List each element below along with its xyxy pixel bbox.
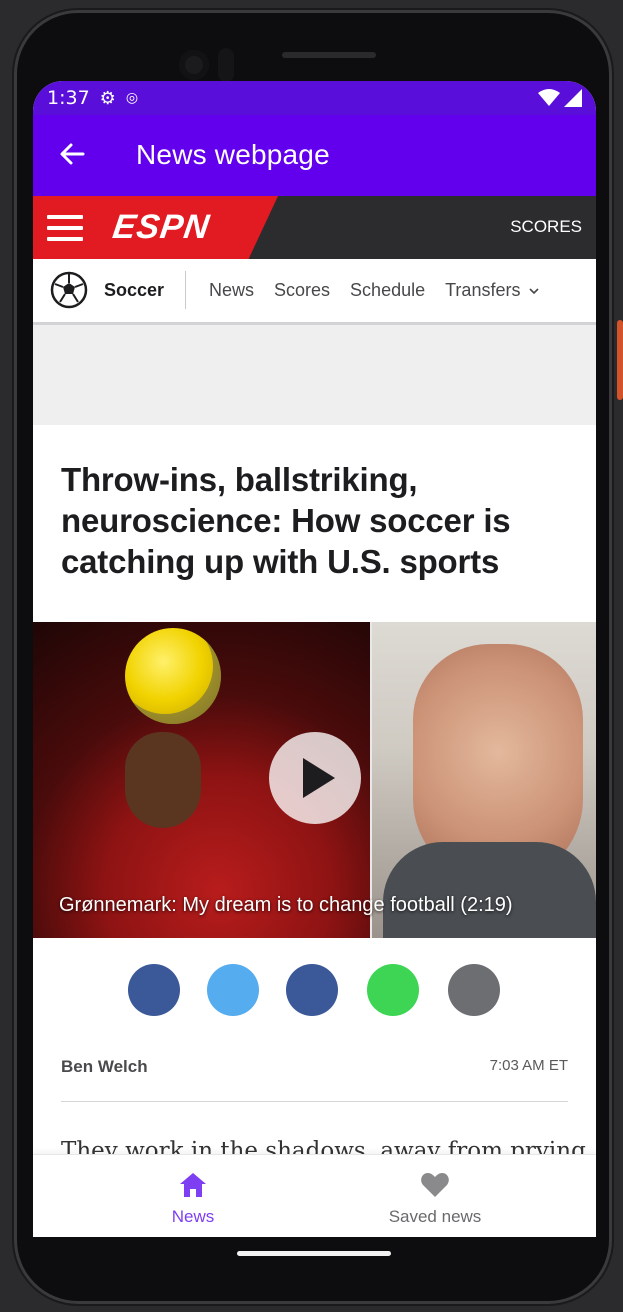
bottom-nav-saved-label: Saved news — [388, 1207, 482, 1226]
status-right-icons — [538, 89, 582, 107]
sport-title[interactable]: Soccer — [104, 280, 164, 301]
email-share-button[interactable] — [448, 964, 500, 1016]
bottom-nav-saved[interactable]: Saved news — [335, 1155, 535, 1237]
soccer-ball-icon — [50, 271, 88, 309]
facebook-share-button[interactable] — [128, 964, 180, 1016]
nav-link-schedule[interactable]: Schedule — [350, 280, 425, 301]
twitter-share-button[interactable] — [207, 964, 259, 1016]
ad-placeholder — [33, 325, 596, 425]
video-player[interactable]: Grønnemark: My dream is to change footba… — [33, 622, 596, 938]
chevron-down-icon — [529, 288, 540, 295]
bottom-nav: News Saved news — [33, 1154, 596, 1237]
sport-nav: Soccer News Scores Schedule Transfers — [33, 259, 596, 325]
nav-link-transfers-label: Transfers — [445, 280, 521, 300]
play-icon[interactable] — [269, 732, 361, 824]
espn-header: ESPN SCORES — [33, 196, 596, 259]
bottom-nav-news-label: News — [171, 1207, 215, 1226]
gesture-home-bar[interactable] — [237, 1251, 391, 1256]
article-author[interactable]: Ben Welch — [61, 1057, 148, 1077]
video-caption: Grønnemark: My dream is to change footba… — [59, 894, 513, 916]
power-button — [617, 320, 623, 400]
status-bar: 1:37 ⚙ ◎ — [33, 81, 596, 115]
thumbnail-ball — [125, 628, 221, 724]
status-time: 1:37 — [47, 87, 90, 109]
earpiece-speaker — [282, 52, 376, 58]
camera-sensor — [218, 48, 234, 82]
thumbnail-player — [125, 732, 201, 828]
front-camera — [179, 50, 209, 80]
nav-link-news[interactable]: News — [209, 280, 254, 301]
home-icon — [180, 1173, 206, 1197]
wifi-icon — [538, 89, 560, 106]
nav-divider — [185, 271, 186, 309]
thumbnail-shirt — [383, 842, 596, 938]
heart-icon — [421, 1173, 449, 1197]
nav-link-transfers[interactable]: Transfers — [445, 280, 540, 301]
nav-link-scores[interactable]: Scores — [274, 280, 330, 301]
share-bar — [33, 938, 596, 1043]
sport-nav-links: News Scores Schedule Transfers — [209, 280, 540, 301]
gear-icon: ⚙ — [99, 87, 116, 109]
messenger-share-button[interactable] — [286, 964, 338, 1016]
whatsapp-share-button[interactable] — [367, 964, 419, 1016]
article-headline: Throw-ins, ballstriking, neuroscience: H… — [61, 461, 511, 580]
scores-link[interactable]: SCORES — [510, 217, 582, 237]
arrow-back-icon[interactable] — [57, 139, 87, 169]
article-time: 7:03 AM ET — [489, 1057, 568, 1074]
app-title: News webpage — [136, 139, 330, 170]
app-bar: News webpage — [33, 115, 596, 196]
espn-logo[interactable]: ESPN — [110, 208, 212, 247]
byline: Ben Welch 7:03 AM ET — [61, 1043, 568, 1102]
hamburger-icon[interactable] — [47, 215, 83, 241]
screen: 1:37 ⚙ ◎ News webpage ESPN SCORES Soccer… — [33, 81, 596, 1237]
bottom-nav-news[interactable]: News — [93, 1155, 293, 1237]
thumbnail-divider — [370, 622, 372, 938]
location-icon: ◎ — [125, 90, 139, 106]
signal-icon — [564, 89, 582, 107]
